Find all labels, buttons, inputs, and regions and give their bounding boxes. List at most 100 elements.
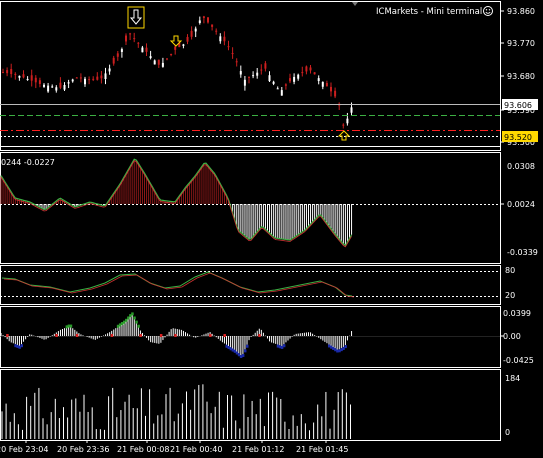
price-candle-body [334,90,337,97]
price-candle-body [219,36,222,42]
price-candle-body [207,17,209,23]
price-candle-body [227,46,230,48]
price-candle-body [30,75,33,81]
price-candle-body [252,75,255,77]
price-candle-body [112,57,115,64]
histogram-marker [75,334,79,337]
price-candle-body [153,60,156,65]
histogram-marker [159,334,163,337]
price-candle-body [88,79,91,81]
price-candle-body [305,66,308,72]
price-candle-body [346,118,349,124]
price-candle-body [264,63,267,69]
price-candle-body [100,75,103,79]
time-axis-label: 21 Feb 01:12 [232,445,284,454]
panel-frame [0,1,501,151]
oscillator-axis-label: 0.0024 [507,200,535,209]
histogram-marker [243,349,247,353]
svg-text:93.606: 93.606 [504,101,532,110]
price-candle-body [297,74,300,79]
time-axis-label: 21 Feb 00:08 [117,445,169,454]
histogram-marker [282,344,286,348]
histogram-marker [55,334,58,337]
price-candle-body [125,35,127,42]
price-candle-body [215,30,218,32]
price-candle-body [174,46,177,50]
price-axis: 93.86093.77093.68093.59093.5000.03080.00… [500,7,538,437]
mini-terminal-chart[interactable]: 93.860 93.770 93.680 93.590 93.500 0.0308 0.00… [0,0,543,458]
price-candle-body [59,82,62,88]
price-axis-label: 93.680 [507,72,535,81]
price-candle-body [141,47,144,53]
chart-canvas[interactable]: 93.86093.77093.68093.59093.5000.03080.00… [0,0,543,458]
marked-price-badge: 93.520 [502,131,538,142]
time-axis-label: 20 Feb 23:36 [57,445,109,454]
histogram-marker [174,334,177,337]
window-title: ICMarkets - Mini terminal [376,7,482,17]
histogram-marker [131,312,134,316]
price-candle-body [47,85,50,92]
price-candle-body [268,75,271,82]
price-candle-body [26,79,29,81]
price-candle-body [276,88,279,90]
histogram-marker [135,320,138,324]
stochastic-axis-label: 80 [505,266,515,275]
price-candle-body [280,90,283,96]
price-candle-body [248,76,250,78]
current-price-badge: 93.606 [502,99,538,110]
price-candle-body [350,107,353,113]
stochastic-panel[interactable] [0,271,500,298]
histogram-marker [137,324,140,328]
price-axis-label: 93.860 [507,7,535,16]
price-candle-body [231,53,234,55]
histogram-axis-label: -0.0425 [503,356,534,365]
price-candle-body [325,83,328,87]
panel-frame [0,306,501,368]
price-candle-body [161,62,164,67]
histogram-marker [20,344,23,348]
price-candle-body [182,44,185,46]
price-candle-body [145,47,148,52]
price-candle-body [317,78,320,82]
price-candle-body [71,79,74,82]
price-candle-body [149,56,152,59]
price-candle-body [190,30,193,37]
price-candle-body [120,49,123,52]
time-axis-label: 21 Feb 01:45 [296,445,348,454]
volume-panel[interactable] [1,384,351,439]
histogram-marker [246,344,249,348]
price-candle-body [34,77,37,83]
down-arrow-icon [127,6,145,29]
histogram-marker [69,324,73,328]
scroll-arrow-icon[interactable] [352,2,358,6]
time-axis-label: 21 Feb 00:40 [170,445,222,454]
price-candle-body [129,33,132,35]
time-axis-label: 20 Feb 23:04 [0,445,48,454]
histogram-marker [133,316,136,320]
histogram-marker [344,345,347,349]
price-candle-body [43,84,45,87]
price-candle-body [256,72,259,76]
price-candle-body [211,24,214,27]
price-axis-label: 93.770 [507,39,535,48]
up-arrow-icon [337,130,351,141]
price-candle-body [2,72,4,74]
histogram-panel[interactable] [0,312,500,359]
oscillator-header: 0244 -0.0227 [1,158,55,167]
price-candle-body [75,77,78,79]
price-candle-body [63,85,66,90]
price-candle-body [260,69,263,71]
price-candle-body [18,75,21,78]
price-candle-body [133,38,136,40]
price-panel[interactable] [0,15,500,147]
oscillator-panel[interactable] [0,158,500,248]
price-candle-body [198,20,201,24]
time-axis: 20 Feb 23:04 20 Feb 23:36 21 Feb 00:08 21 F… [0,440,348,454]
price-candle-body [79,77,82,79]
smiley-face-icon [483,6,493,16]
price-candle-body [116,53,119,57]
price-candle-body [22,74,25,78]
histogram-marker [209,334,212,337]
price-candle-body [330,86,332,92]
price-candle-body [293,76,296,82]
